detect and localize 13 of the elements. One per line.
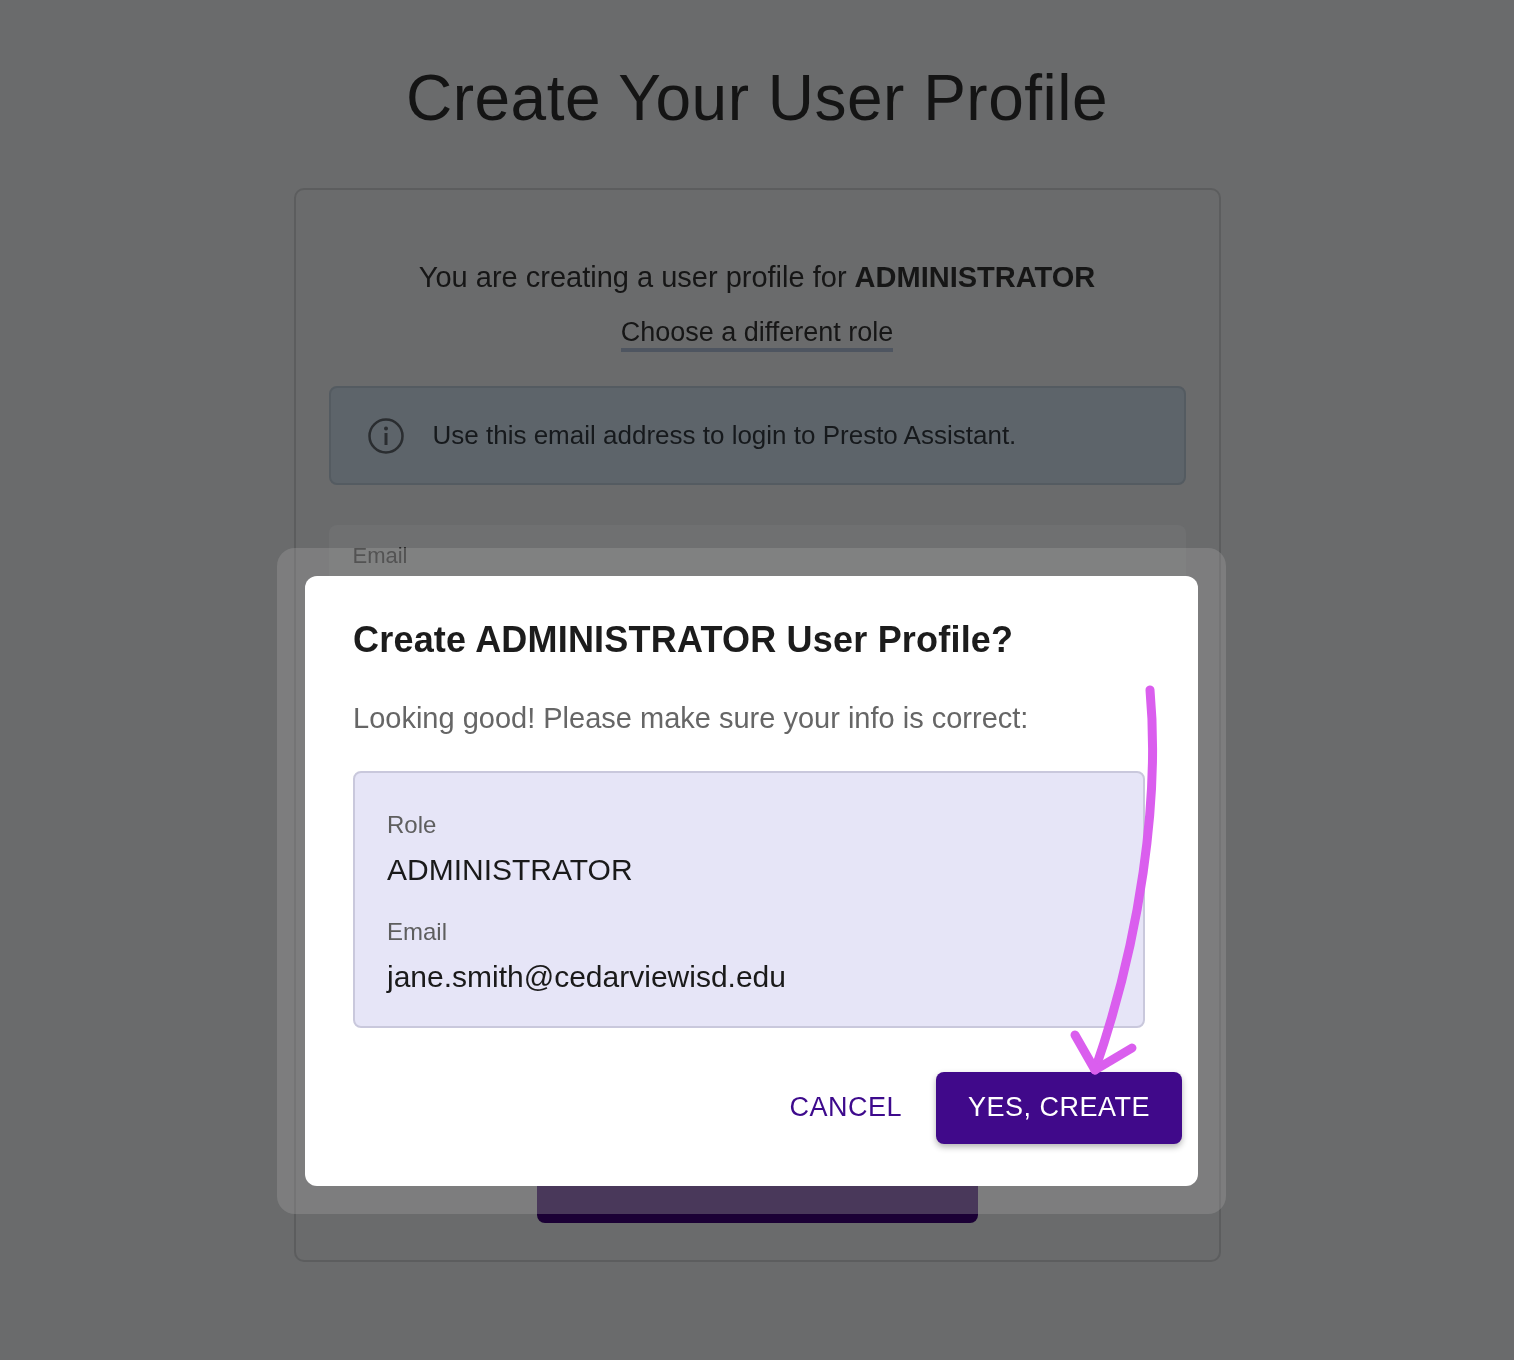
field-value: ADMINISTRATOR <box>387 851 634 888</box>
dialog-message: Looking good! Please make sure your info is correct: <box>353 701 1030 737</box>
field-label: Email <box>352 543 408 569</box>
dialog-title: Create ADMINISTRATOR User Profile? <box>353 618 1015 662</box>
intro-text: You are creating a user profile for ADMINISTRATOR <box>417 259 1097 295</box>
info-icon <box>366 416 405 455</box>
info-text: Use this email address to login to Presto Assistant. <box>432 419 1017 453</box>
field-label: Email <box>387 916 448 947</box>
page-title: Create Your User Profile <box>404 61 1110 136</box>
cancel-button[interactable]: CANCEL <box>785 1079 906 1136</box>
field-label: Role <box>387 809 438 840</box>
confirm-button[interactable]: YES, CREATE <box>935 1071 1182 1144</box>
field-value: jane.smith@cedarviewisd.edu <box>387 958 787 995</box>
